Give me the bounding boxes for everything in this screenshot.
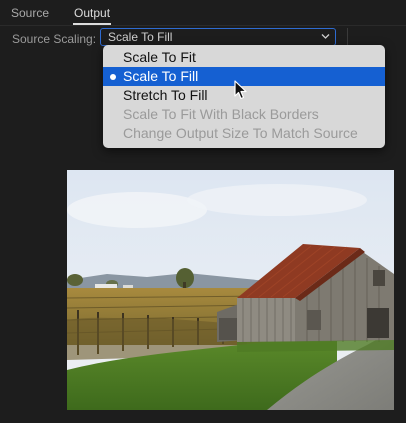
source-scaling-label: Source Scaling:	[12, 32, 97, 46]
menu-item-label: Stretch To Fill	[123, 87, 208, 103]
menu-item-label: Scale To Fit With Black Borders	[123, 106, 319, 122]
tab-output-label: Output	[74, 6, 111, 20]
mouse-pointer-icon	[234, 80, 247, 100]
tab-divider	[0, 25, 406, 26]
barn-vineyard-photo	[67, 170, 394, 410]
source-scaling-select[interactable]: Scale To Fill	[100, 28, 336, 46]
menu-item-scale-to-fit-black-borders: Scale To Fit With Black Borders	[103, 105, 385, 124]
source-scaling-value: Scale To Fill	[108, 30, 173, 44]
menu-item-label: Change Output Size To Match Source	[123, 125, 358, 141]
panel-divider	[347, 28, 348, 46]
tab-bar: Source Output	[0, 0, 406, 26]
export-settings-panel: Source Output Source Scaling: Scale To F…	[0, 0, 406, 423]
output-preview-image	[67, 170, 394, 410]
tab-source[interactable]: Source	[11, 5, 49, 21]
tab-source-label: Source	[11, 6, 50, 20]
menu-item-change-output-size: Change Output Size To Match Source	[103, 124, 385, 143]
menu-item-label: Scale To Fill	[123, 68, 199, 84]
selected-bullet-icon	[110, 74, 116, 80]
menu-item-scale-to-fit[interactable]: Scale To Fit	[103, 48, 385, 67]
tab-output[interactable]: Output	[73, 5, 112, 25]
menu-item-label: Scale To Fit	[123, 49, 196, 65]
chevron-down-icon	[321, 34, 330, 39]
